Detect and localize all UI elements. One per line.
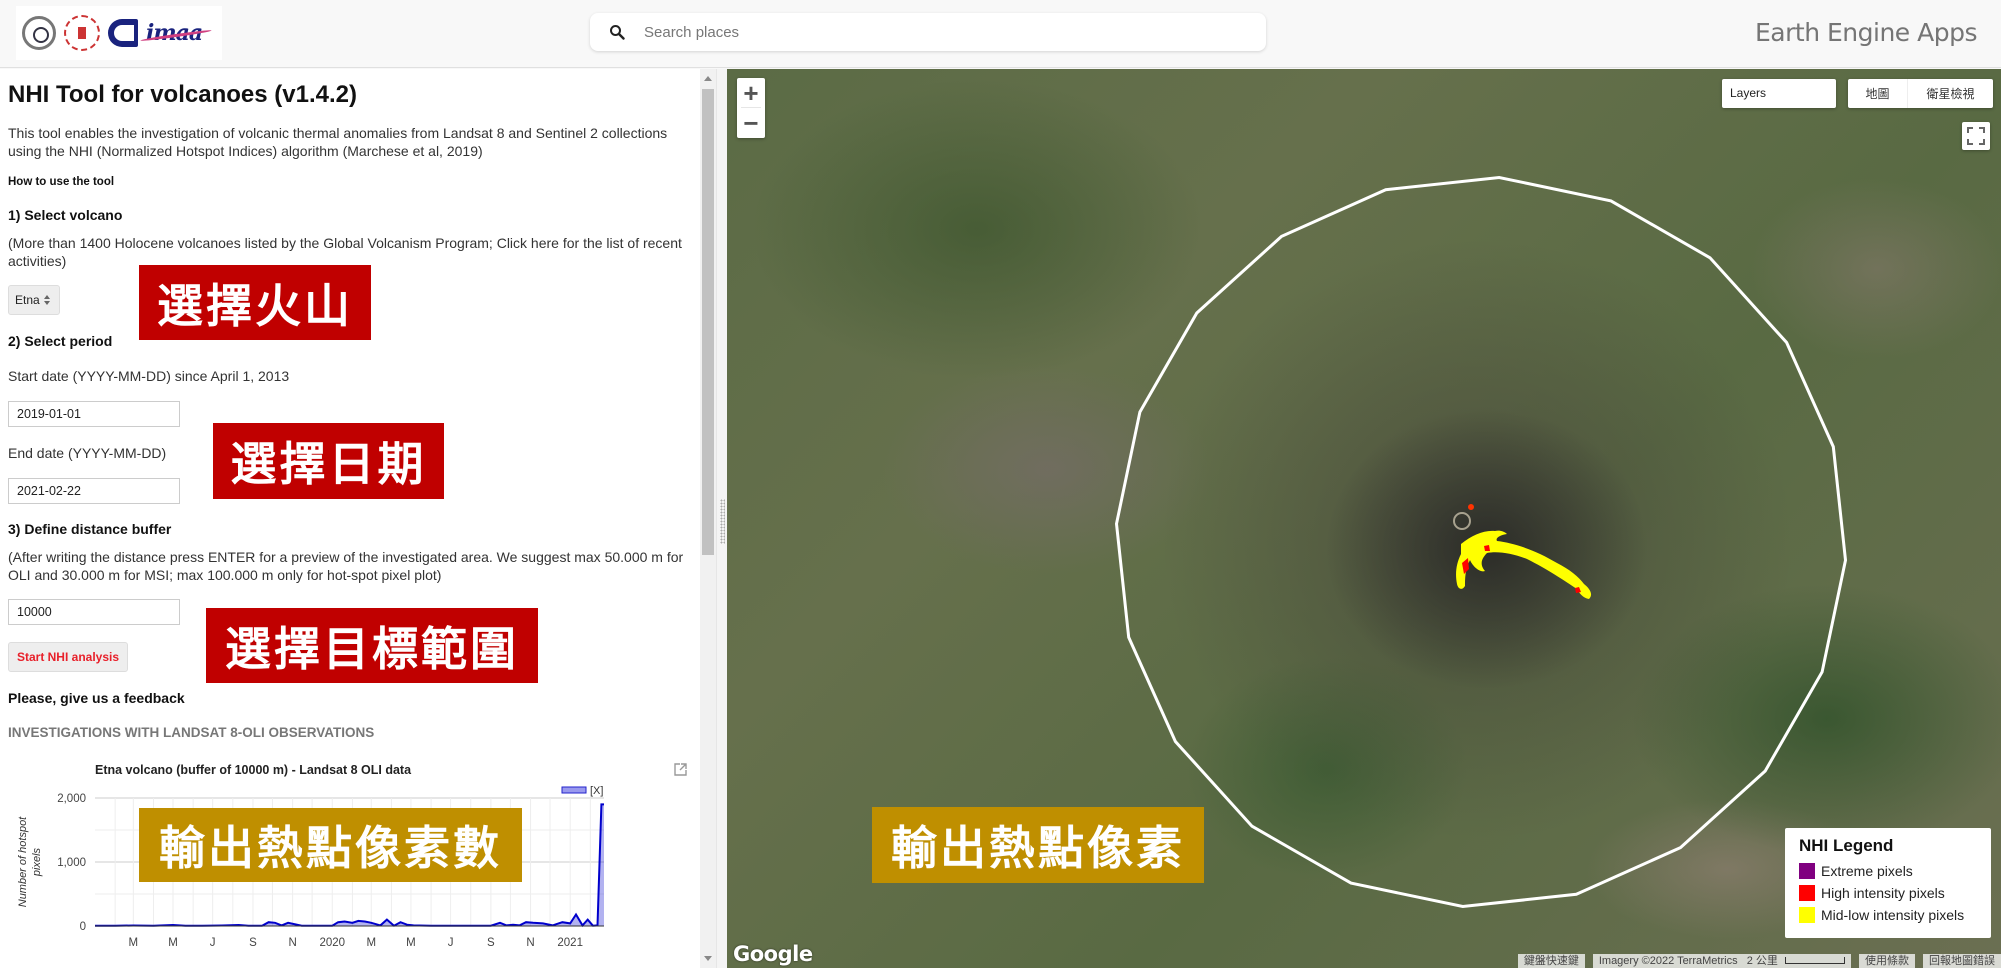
layers-dropdown[interactable]: Layers: [1722, 79, 1836, 108]
zoom-in-button[interactable]: +: [737, 78, 765, 107]
chart-y-axis-label: Number of hotspot pixels: [17, 816, 43, 907]
chart-x-tick-label: 2020: [319, 937, 345, 949]
keyboard-shortcuts-link[interactable]: 鍵盤快速鍵: [1517, 954, 1585, 968]
chart-x-tick-label: M: [129, 937, 139, 949]
scroll-down-icon[interactable]: [704, 956, 712, 961]
tool-panel: NHI Tool for volcanoes (v1.4.2) This too…: [0, 69, 700, 968]
report-map-error-link[interactable]: 回報地圖錯誤: [1923, 954, 2001, 968]
chart-legend-label: [X]: [590, 785, 603, 797]
header: imaa Earth Engine Apps: [0, 0, 2001, 68]
imagery-credit: Imagery ©2022 TerraMetrics: [1598, 955, 1738, 967]
map-attribution: 鍵盤快速鍵 Imagery ©2022 TerraMetrics 2 公里 使用…: [1517, 954, 2001, 968]
chart-x-tick-label: N: [288, 937, 296, 949]
landsat-section-title: INVESTIGATIONS WITH LANDSAT 8-OLI OBSERV…: [8, 725, 375, 740]
step3-title: 3) Define distance buffer: [8, 521, 172, 537]
scale-label[interactable]: 2 公里: [1747, 955, 1778, 967]
mid-low-intensity-pixels: [1456, 530, 1592, 599]
legend-item-midlow: Mid-low intensity pixels: [1799, 904, 1977, 926]
buffer-distance-input[interactable]: [8, 599, 180, 625]
chart-y-tick-label: 2,000: [57, 793, 86, 805]
end-date-input[interactable]: [8, 478, 180, 504]
select-arrows-icon: [43, 295, 50, 305]
start-date-label: Start date (YYYY-MM-DD) since April 1, 2…: [8, 368, 290, 384]
step2-title: 2) Select period: [8, 333, 113, 349]
cnr-logo: [108, 19, 138, 47]
institute-logo: [64, 15, 100, 51]
chart-x-tick-label: J: [210, 937, 216, 949]
summit-crater-ring: [1453, 512, 1471, 530]
imaa-logo: imaa: [146, 20, 203, 46]
chart-y-tick-label: 0: [80, 921, 86, 933]
hotspot-pixels: [1453, 504, 1592, 599]
chart-x-tick-label: M: [406, 937, 416, 949]
panel-splitter[interactable]: [716, 69, 727, 968]
chart-x-tick-label: S: [249, 937, 257, 949]
chart-x-tick-label: M: [168, 937, 178, 949]
legend-label-midlow: Mid-low intensity pixels: [1821, 907, 1965, 923]
search-bar[interactable]: [590, 13, 1266, 51]
terms-link[interactable]: 使用條款: [1859, 954, 1915, 968]
panel-scrollbar[interactable]: [700, 69, 716, 968]
legend-item-extreme: Extreme pixels: [1799, 860, 1977, 882]
nhi-legend: NHI Legend Extreme pixels High intensity…: [1785, 828, 1991, 938]
chart-x-tick-label: S: [487, 937, 495, 949]
legend-swatch-midlow: [1799, 907, 1815, 923]
step1-title: 1) Select volcano: [8, 207, 123, 223]
start-date-input[interactable]: [8, 401, 180, 427]
annotation-select-date: 選擇日期: [213, 423, 444, 499]
how-to-label: How to use the tool: [8, 176, 115, 188]
feedback-link[interactable]: Please, give us a feedback: [8, 690, 185, 706]
legend-item-high: High intensity pixels: [1799, 882, 1977, 904]
annotation-select-range: 選擇目標範圍: [206, 608, 538, 683]
start-nhi-analysis-button[interactable]: Start NHI analysis: [8, 642, 128, 672]
search-icon[interactable]: [590, 24, 644, 40]
google-logo: Google: [733, 942, 813, 966]
splitter-grip-icon[interactable]: [720, 499, 725, 544]
map-view[interactable]: + − Layers 地圖 衛星檢視 輸出熱點像素 NHI Legend Ext…: [727, 69, 2001, 968]
legend-swatch-extreme: [1799, 863, 1815, 879]
fullscreen-icon: [1967, 127, 1985, 145]
volcano-select[interactable]: Etna: [8, 285, 60, 315]
summit-crater-pixel: [1468, 504, 1474, 510]
zoom-control: + −: [737, 78, 765, 138]
intro-text: This tool enables the investigation of v…: [8, 125, 668, 159]
scroll-thumb[interactable]: [702, 89, 714, 555]
scale-bar: [1785, 957, 1845, 964]
app-title: Earth Engine Apps: [1755, 18, 1977, 47]
zoom-out-button[interactable]: −: [737, 108, 765, 137]
chart-x-tick-label: M: [366, 937, 376, 949]
open-in-new-icon[interactable]: [674, 763, 687, 776]
map-type-control: 地圖 衛星檢視: [1848, 79, 1993, 108]
annotation-output-pixels: 輸出熱點像素: [872, 807, 1204, 883]
map-type-map-button[interactable]: 地圖: [1848, 79, 1908, 108]
fullscreen-button[interactable]: [1962, 122, 1990, 150]
step3-text: (After writing the distance press ENTER …: [8, 549, 684, 583]
legend-swatch-high: [1799, 885, 1815, 901]
page-title: NHI Tool for volcanoes (v1.4.2): [8, 81, 357, 108]
search-input[interactable]: [644, 23, 1266, 41]
chart-title: Etna volcano (buffer of 10000 m) - Lands…: [95, 763, 412, 777]
map-type-satellite-button[interactable]: 衛星檢視: [1908, 79, 1993, 108]
partner-logos: imaa: [16, 6, 222, 60]
chart-y-tick-label: 1,000: [57, 857, 86, 869]
chart-x-tick-label: J: [448, 937, 454, 949]
imagery-attribution: Imagery ©2022 TerraMetrics 2 公里: [1592, 954, 1851, 968]
chart-x-tick-label: N: [526, 937, 534, 949]
chart-x-tick-label: 2021: [557, 937, 583, 949]
legend-label-extreme: Extreme pixels: [1821, 863, 1913, 879]
scroll-up-icon[interactable]: [704, 76, 712, 81]
legend-label-high: High intensity pixels: [1821, 885, 1945, 901]
university-logo: [22, 16, 56, 50]
annotation-select-volcano: 選擇火山: [139, 265, 371, 340]
chart-legend-swatch: [561, 786, 587, 794]
volcano-select-value: Etna: [15, 293, 40, 307]
legend-title: NHI Legend: [1799, 836, 1894, 855]
annotation-output-count: 輸出熱點像素數: [139, 808, 522, 882]
